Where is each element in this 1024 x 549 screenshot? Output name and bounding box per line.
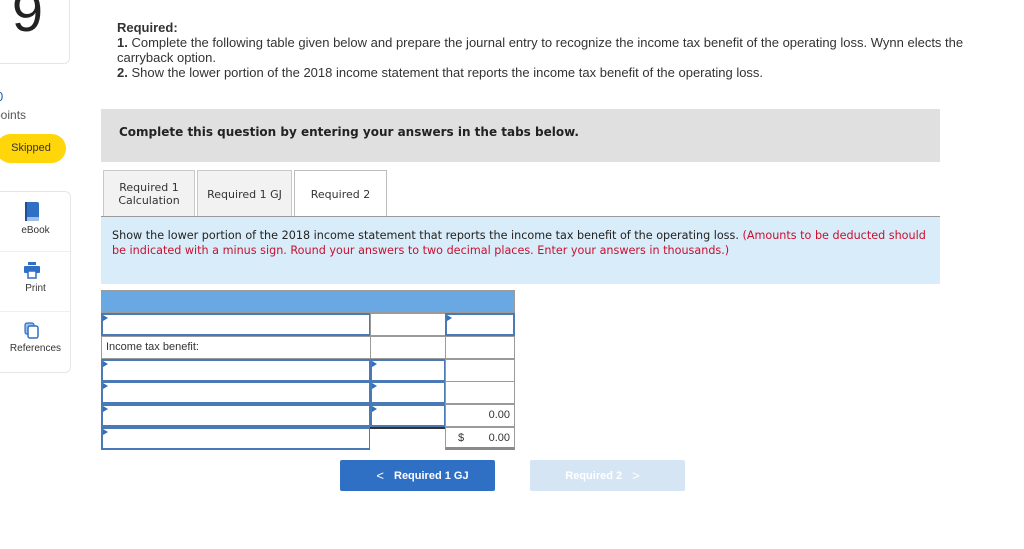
table-row	[101, 359, 515, 382]
tab-label: Required 1 GJ	[207, 187, 282, 201]
prev-tab-button[interactable]: < Required 1 GJ	[340, 460, 495, 491]
item1-number: 1.	[117, 35, 128, 50]
tab-label-line1: Required 1	[119, 181, 179, 194]
references-label: References	[9, 343, 62, 354]
amount-input[interactable]	[370, 381, 446, 404]
label-input[interactable]	[101, 313, 371, 336]
instruction-banner: Complete this question by entering your …	[101, 109, 940, 162]
ebook-label: eBook	[21, 225, 50, 236]
currency-symbol: $	[458, 432, 465, 444]
prev-tab-label: Required 1 GJ	[394, 469, 469, 482]
tab-bar: Required 1 Calculation Required 1 GJ Requ…	[103, 170, 389, 217]
tab-label: Required 2	[310, 187, 371, 201]
chevron-left-icon: <	[376, 468, 384, 483]
amount-cell	[370, 427, 446, 450]
total-input[interactable]	[445, 313, 515, 336]
label-input[interactable]	[101, 404, 371, 427]
next-tab-button[interactable]: Required 2 >	[530, 460, 685, 491]
print-button[interactable]: Print	[0, 252, 70, 312]
tools-panel: eBook Print References	[0, 191, 71, 373]
tab-instruction: Show the lower portion of the 2018 incom…	[101, 216, 940, 284]
question-number-card: 9	[0, 0, 70, 64]
print-label: Print	[25, 283, 46, 294]
table-row: Income tax benefit:	[101, 336, 515, 359]
amount-input[interactable]	[370, 404, 446, 427]
item2-text: Show the lower portion of the 2018 incom…	[127, 65, 764, 80]
total-cell	[445, 381, 515, 404]
total-cell	[445, 336, 515, 359]
table-row: 0.00	[101, 404, 515, 427]
total-cell: $0.00	[445, 427, 515, 450]
total-value: 0.00	[488, 432, 510, 444]
copy-pages-icon	[0, 322, 70, 340]
banner-text: Complete this question by entering your …	[119, 125, 579, 139]
status-badge: Skipped	[0, 134, 66, 163]
label-input[interactable]	[101, 359, 371, 382]
tab-required-2[interactable]: Required 2	[294, 170, 387, 217]
tab-required-1-gj[interactable]: Required 1 GJ	[197, 170, 292, 217]
table-row	[101, 313, 515, 336]
question-requirements: Required: 1. Complete the following tabl…	[117, 20, 1017, 80]
printer-icon	[0, 262, 70, 280]
required-heading: Required:	[117, 20, 178, 35]
question-number: 9	[11, 0, 43, 43]
references-button[interactable]: References	[0, 312, 70, 372]
book-icon	[0, 202, 70, 222]
table-row	[101, 381, 515, 404]
statement-header	[101, 290, 515, 313]
row-label: Income tax benefit:	[106, 341, 199, 353]
tab-required-1-calculation[interactable]: Required 1 Calculation	[103, 170, 195, 217]
points-label: points	[0, 108, 27, 122]
item2-number: 2.	[117, 65, 128, 80]
next-tab-label: Required 2	[565, 469, 623, 482]
total-cell	[445, 359, 515, 382]
instruction-text: Show the lower portion of the 2018 incom…	[112, 229, 743, 242]
subtotal-cell: 0.00	[445, 404, 515, 427]
label-cell: Income tax benefit:	[101, 336, 371, 359]
label-input[interactable]	[101, 381, 371, 404]
amount-cell	[370, 313, 446, 336]
label-input[interactable]	[101, 427, 371, 450]
points-value: 0	[0, 89, 3, 104]
subtotal-value: 0.00	[488, 409, 510, 421]
amount-cell	[370, 336, 446, 359]
amount-input[interactable]	[370, 359, 446, 382]
tab-label-line2: Calculation	[118, 194, 180, 207]
item1-text: Complete the following table given below…	[117, 35, 964, 65]
chevron-right-icon: >	[632, 468, 640, 483]
ebook-button[interactable]: eBook	[0, 192, 70, 252]
table-row: $0.00	[101, 427, 515, 450]
